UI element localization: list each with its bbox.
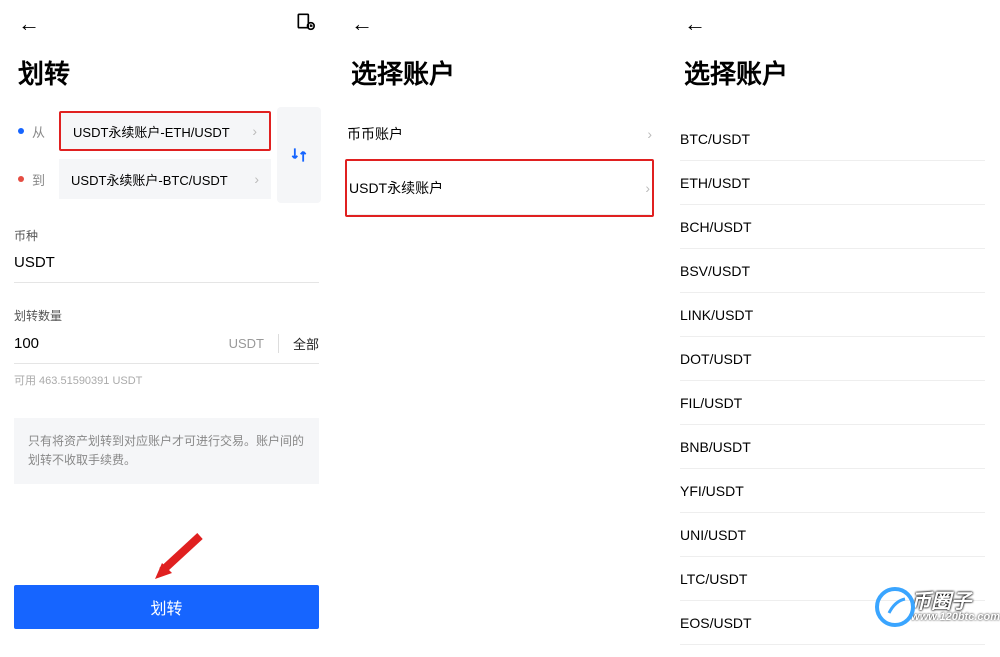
hint-text: 只有将资产划转到对应账户才可进行交易。账户间的划转不收取手续费。 bbox=[14, 418, 319, 484]
pair-label: LINK/USDT bbox=[680, 307, 753, 323]
pair-label: YFI/USDT bbox=[680, 483, 744, 499]
chevron-right-icon: › bbox=[645, 180, 650, 196]
back-icon[interactable]: ← bbox=[18, 11, 40, 37]
pair-label: UNI/USDT bbox=[680, 527, 746, 543]
from-account-value: USDT永续账户-ETH/USDT bbox=[73, 122, 230, 141]
watermark-url: www.120btc.com bbox=[911, 612, 1000, 623]
amount-all-button[interactable]: 全部 bbox=[278, 334, 319, 353]
pair-label: DOT/USDT bbox=[680, 351, 752, 367]
coin-label: 币种 bbox=[0, 203, 333, 254]
account-item-spot[interactable]: 币币账户 › bbox=[347, 107, 652, 161]
to-row: 到 USDT永续账户-BTC/USDT › bbox=[12, 155, 271, 203]
account-item-usdt-perp[interactable]: USDT永续账户 › bbox=[349, 161, 650, 215]
chevron-right-icon: › bbox=[647, 126, 652, 142]
pair-label: EOS/USDT bbox=[680, 615, 752, 631]
amount-field: 100 USDT 全部 bbox=[14, 334, 319, 364]
page-title: 选择账户 bbox=[666, 48, 999, 107]
pair-label: BCH/USDT bbox=[680, 219, 752, 235]
page-title: 选择账户 bbox=[333, 48, 666, 107]
pair-label: FIL/USDT bbox=[680, 395, 742, 411]
coin-value: USDT bbox=[14, 254, 55, 271]
pair-label: LTC/USDT bbox=[680, 571, 747, 587]
pair-label: BTC/USDT bbox=[680, 131, 750, 147]
from-label: 从 bbox=[32, 122, 45, 141]
account-label: 币币账户 bbox=[347, 124, 403, 144]
to-label: 到 bbox=[32, 170, 45, 189]
to-account-value: USDT永续账户-BTC/USDT bbox=[71, 170, 228, 189]
from-row: 从 USDT永续账户-ETH/USDT › bbox=[12, 107, 271, 155]
pair-item[interactable]: DOT/USDT bbox=[680, 337, 985, 381]
back-icon[interactable]: ← bbox=[684, 11, 706, 37]
watermark-brand: 币圈子 bbox=[911, 592, 1000, 612]
amount-input[interactable]: 100 bbox=[14, 335, 229, 352]
header: ← bbox=[666, 0, 999, 48]
pair-item[interactable]: ETH/USDT bbox=[680, 161, 985, 205]
coin-field[interactable]: USDT bbox=[14, 254, 319, 283]
history-icon[interactable] bbox=[295, 11, 315, 37]
chevron-right-icon: › bbox=[254, 171, 259, 187]
from-dot-icon bbox=[18, 128, 24, 134]
back-icon[interactable]: ← bbox=[351, 11, 373, 37]
pair-item[interactable]: BTC/USDT bbox=[680, 117, 985, 161]
pair-label: BSV/USDT bbox=[680, 263, 750, 279]
pair-label: ETH/USDT bbox=[680, 175, 750, 191]
page-title: 划转 bbox=[0, 48, 333, 107]
available-text: 可用 463.51590391 USDT bbox=[0, 364, 333, 396]
pair-item[interactable]: BCH/USDT bbox=[680, 205, 985, 249]
to-account-selector[interactable]: USDT永续账户-BTC/USDT › bbox=[59, 159, 271, 199]
pair-item[interactable]: LINK/USDT bbox=[680, 293, 985, 337]
pair-item[interactable]: UNI/USDT bbox=[680, 513, 985, 557]
select-account-screen: ← 选择账户 币币账户 › USDT永续账户 › bbox=[333, 0, 666, 657]
amount-unit: USDT bbox=[229, 336, 264, 351]
pair-item[interactable]: BSV/USDT bbox=[680, 249, 985, 293]
amount-label: 划转数量 bbox=[0, 283, 333, 334]
to-dot-icon bbox=[18, 176, 24, 182]
pair-list: BTC/USDT ETH/USDT BCH/USDT BSV/USDT LINK/USD… bbox=[666, 117, 999, 657]
watermark: 币圈子 www.120btc.com bbox=[875, 587, 1000, 627]
pair-item[interactable]: FIL/USDT bbox=[680, 381, 985, 425]
from-account-selector[interactable]: USDT永续账户-ETH/USDT › bbox=[59, 111, 271, 151]
transfer-button[interactable]: 划转 bbox=[14, 585, 319, 629]
header: ← bbox=[0, 0, 333, 48]
account-label: USDT永续账户 bbox=[349, 178, 443, 198]
annotation-arrow-icon bbox=[150, 531, 210, 581]
header: ← bbox=[333, 0, 666, 48]
chevron-right-icon: › bbox=[252, 123, 257, 139]
swap-button[interactable] bbox=[277, 107, 321, 203]
transfer-screen: ← 划转 从 USDT永续账户-ETH/USDT › 到 USDT永续账户-BT… bbox=[0, 0, 333, 657]
transfer-card: 从 USDT永续账户-ETH/USDT › 到 USDT永续账户-BTC/USD… bbox=[12, 107, 321, 203]
pair-item[interactable]: YFI/USDT bbox=[680, 469, 985, 513]
pair-label: BNB/USDT bbox=[680, 439, 751, 455]
pair-item[interactable]: BNB/USDT bbox=[680, 425, 985, 469]
pair-item[interactable]: TRX/USDT bbox=[680, 645, 985, 657]
select-pair-screen: ← 选择账户 BTC/USDT ETH/USDT BCH/USDT BSV/USDT L… bbox=[666, 0, 999, 657]
watermark-logo-icon bbox=[875, 587, 915, 627]
